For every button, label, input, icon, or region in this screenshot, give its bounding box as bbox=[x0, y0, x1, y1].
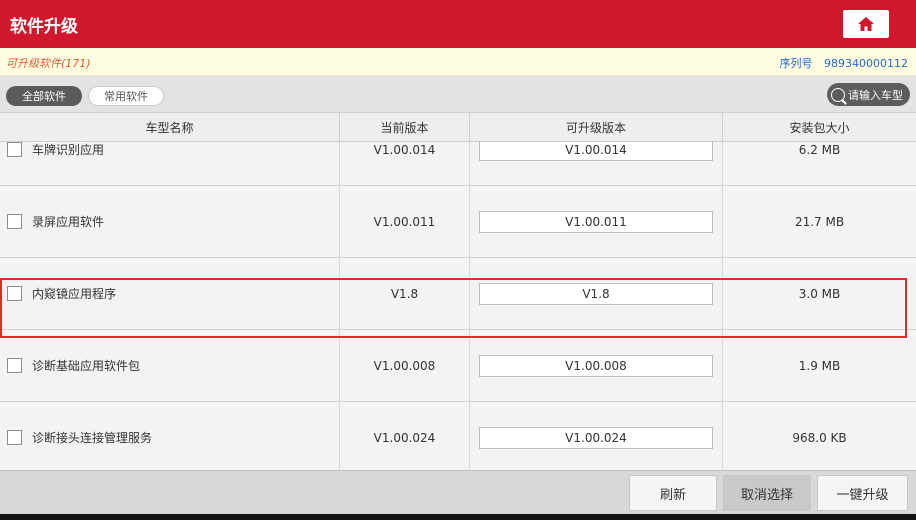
row-upgrade-version[interactable]: V1.00.024 bbox=[479, 426, 713, 449]
row-name-cell: 录屏应用软件 bbox=[0, 186, 340, 257]
serial-value: 989340000112 bbox=[824, 57, 908, 70]
row-checkbox[interactable] bbox=[7, 142, 22, 157]
row-checkbox[interactable] bbox=[7, 286, 22, 301]
header-current-version: 当前版本 bbox=[340, 113, 470, 141]
header-upgrade-version: 可升级版本 bbox=[470, 113, 723, 141]
row-upgrade-cell: V1.00.011 bbox=[470, 186, 723, 257]
row-upgrade-cell: V1.00.024 bbox=[470, 402, 723, 470]
table-header: 车型名称 当前版本 可升级版本 安装包大小 bbox=[0, 112, 916, 142]
row-upgrade-version[interactable]: V1.00.014 bbox=[479, 142, 713, 161]
row-current-version: V1.8 bbox=[340, 258, 470, 329]
row-name: 诊断接头连接管理服务 bbox=[32, 431, 153, 445]
row-checkbox[interactable] bbox=[7, 430, 22, 445]
row-name-cell: 诊断接头连接管理服务 bbox=[0, 402, 340, 470]
serial-number: 序列号 989340000112 bbox=[780, 55, 908, 71]
bottom-strip bbox=[0, 514, 916, 520]
one-key-upgrade-button[interactable]: 一键升级 bbox=[817, 475, 908, 511]
row-checkbox[interactable] bbox=[7, 214, 22, 229]
row-upgrade-cell: V1.8 bbox=[470, 258, 723, 329]
page-title: 软件升级 bbox=[10, 17, 78, 37]
refresh-button[interactable]: 刷新 bbox=[629, 475, 717, 511]
tab-common-software[interactable]: 常用软件 bbox=[88, 86, 164, 106]
row-current-version: V1.00.008 bbox=[340, 330, 470, 401]
table-row[interactable]: 车牌识别应用 V1.00.014 V1.00.014 6.2 MB bbox=[0, 142, 916, 186]
row-current-version: V1.00.014 bbox=[340, 142, 470, 185]
row-size: 6.2 MB bbox=[798, 142, 841, 157]
table-body[interactable]: 车牌识别应用 V1.00.014 V1.00.014 6.2 MB 录屏应用软件… bbox=[0, 142, 916, 470]
row-name-cell: 车牌识别应用 bbox=[0, 142, 340, 185]
info-bar: 可升级软件(171) 序列号 989340000112 bbox=[0, 48, 916, 76]
serial-label: 序列号 bbox=[779, 57, 813, 70]
home-icon bbox=[858, 17, 874, 31]
table-row[interactable]: 内窥镜应用程序 V1.8 V1.8 3.0 MB bbox=[0, 258, 916, 330]
row-upgrade-cell: V1.00.014 bbox=[470, 142, 723, 185]
row-current-version: V1.00.024 bbox=[340, 402, 470, 470]
row-size: 968.0 KB bbox=[792, 430, 847, 445]
row-size: 21.7 MB bbox=[794, 214, 845, 229]
cancel-selection-button[interactable]: 取消选择 bbox=[723, 475, 811, 511]
upgradable-count: 可升级软件(171) bbox=[6, 57, 91, 70]
row-name-cell: 内窥镜应用程序 bbox=[0, 258, 340, 329]
row-name-cell: 诊断基础应用软件包 bbox=[0, 330, 340, 401]
table-row[interactable]: 录屏应用软件 V1.00.011 V1.00.011 21.7 MB bbox=[0, 186, 916, 258]
row-current-version: V1.00.011 bbox=[340, 186, 470, 257]
row-size: 3.0 MB bbox=[798, 286, 841, 301]
row-size: 1.9 MB bbox=[798, 358, 841, 373]
header-package-size: 安装包大小 bbox=[789, 120, 850, 135]
home-button[interactable] bbox=[843, 10, 889, 38]
row-upgrade-cell: V1.00.008 bbox=[470, 330, 723, 401]
row-checkbox[interactable] bbox=[7, 358, 22, 373]
search-icon bbox=[831, 87, 845, 102]
row-upgrade-version[interactable]: V1.00.008 bbox=[479, 354, 713, 377]
app-header: 软件升级 bbox=[0, 0, 916, 48]
row-name: 诊断基础应用软件包 bbox=[32, 359, 141, 373]
row-name: 内窥镜应用程序 bbox=[32, 287, 117, 301]
search-placeholder: 请输入车型 bbox=[848, 88, 903, 102]
search-button[interactable]: 请输入车型 bbox=[827, 83, 910, 106]
tab-all-software[interactable]: 全部软件 bbox=[6, 86, 82, 106]
filter-bar: 全部软件 常用软件 请输入车型 bbox=[0, 76, 916, 112]
row-upgrade-version[interactable]: V1.8 bbox=[479, 282, 713, 305]
row-upgrade-version[interactable]: V1.00.011 bbox=[479, 210, 713, 233]
footer-bar: 刷新 取消选择 一键升级 bbox=[0, 470, 916, 514]
row-name: 车牌识别应用 bbox=[32, 143, 105, 157]
header-model-name: 车型名称 bbox=[0, 113, 340, 141]
table-row[interactable]: 诊断接头连接管理服务 V1.00.024 V1.00.024 968.0 KB bbox=[0, 402, 916, 470]
row-name: 录屏应用软件 bbox=[32, 215, 105, 229]
table-row[interactable]: 诊断基础应用软件包 V1.00.008 V1.00.008 1.9 MB bbox=[0, 330, 916, 402]
